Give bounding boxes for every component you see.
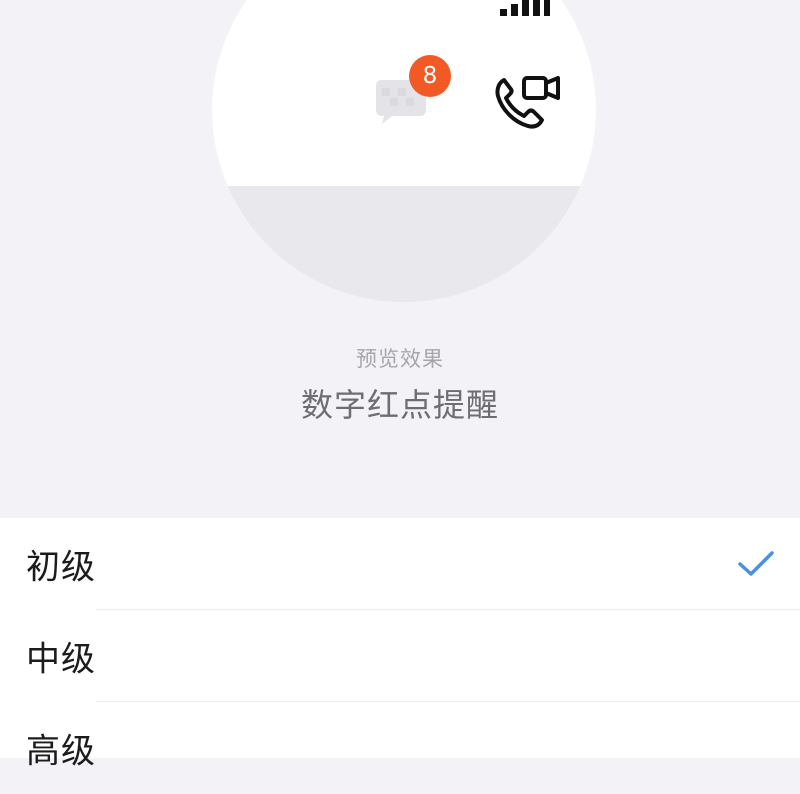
option-label: 中级	[26, 639, 96, 680]
option-intermediate[interactable]: 中级	[0, 610, 800, 702]
preview-caption: 预览效果	[356, 347, 444, 371]
option-advanced[interactable]: 高级	[0, 702, 800, 794]
option-label: 高级	[26, 731, 96, 772]
reminder-level-list: 初级 中级 高级	[0, 518, 800, 772]
checkmark-icon	[738, 551, 774, 576]
preview-circle	[212, 0, 596, 302]
video-call-icon	[495, 76, 560, 129]
option-label: 初级	[26, 547, 96, 588]
unread-count-badge: 8	[409, 55, 451, 97]
signal-bars-icon	[500, 0, 550, 16]
preview-area: 8 预览效果 数字红点提醒	[0, 0, 800, 518]
option-basic[interactable]: 初级	[0, 518, 800, 610]
preview-mode-title: 数字红点提醒	[300, 386, 499, 424]
